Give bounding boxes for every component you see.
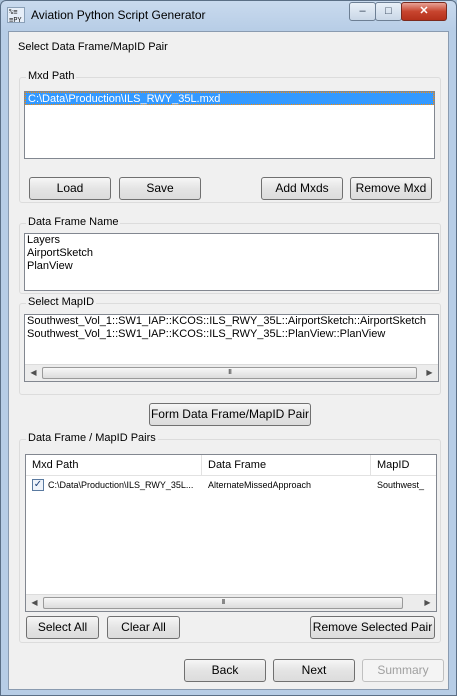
summary-button: Summary bbox=[362, 659, 444, 682]
data-frame-group: Data Frame Name Layers AirportSketch Pla… bbox=[19, 216, 441, 294]
data-frame-item[interactable]: AirportSketch bbox=[25, 247, 438, 260]
column-header-mxd-path[interactable]: Mxd Path bbox=[26, 455, 202, 475]
next-button[interactable]: Next bbox=[273, 659, 355, 682]
save-button[interactable]: Save bbox=[119, 177, 201, 200]
title-bar[interactable]: %≡ ≡PY Aviation Python Script Generator … bbox=[1, 1, 456, 31]
pairs-listview[interactable]: Mxd Path Data Frame MapID ✓ C:\Data\Prod… bbox=[25, 454, 437, 612]
remove-mxd-button[interactable]: Remove Mxd bbox=[350, 177, 432, 200]
mapid-item[interactable]: Southwest_Vol_1::SW1_IAP::KCOS::ILS_RWY_… bbox=[25, 328, 438, 341]
add-mxds-button[interactable]: Add Mxds bbox=[261, 177, 343, 200]
mxd-path-group: Mxd Path C:\Data\Production\ILS_RWY_35L.… bbox=[19, 70, 441, 203]
column-header-mapid[interactable]: MapID bbox=[371, 455, 436, 475]
scroll-thumb[interactable]: III bbox=[42, 367, 417, 379]
mapid-group: Select MapID Southwest_Vol_1::SW1_IAP::K… bbox=[19, 296, 441, 395]
load-button[interactable]: Load bbox=[29, 177, 111, 200]
row-checkbox[interactable]: ✓ bbox=[32, 479, 44, 491]
cell-mapid: Southwest_ bbox=[377, 480, 425, 490]
form-pair-button[interactable]: Form Data Frame/MapID Pair bbox=[149, 403, 311, 426]
mxd-path-label: Mxd Path bbox=[26, 70, 77, 82]
maximize-icon: □ bbox=[385, 5, 392, 17]
scroll-right-icon[interactable]: ▶ bbox=[419, 595, 436, 611]
app-icon-text: %≡ ≡PY bbox=[9, 8, 22, 24]
minimize-icon: – bbox=[359, 5, 366, 17]
mapid-item[interactable]: Southwest_Vol_1::SW1_IAP::KCOS::ILS_RWY_… bbox=[25, 315, 438, 328]
pairs-label: Data Frame / MapID Pairs bbox=[26, 432, 158, 444]
pairs-horizontal-scrollbar[interactable]: ◀ III ▶ bbox=[26, 594, 436, 611]
scroll-left-icon[interactable]: ◀ bbox=[25, 365, 42, 381]
table-row[interactable]: ✓ C:\Data\Production\ILS_RWY_35L... Alte… bbox=[26, 477, 436, 494]
data-frame-item[interactable]: PlanView bbox=[25, 260, 438, 273]
scroll-thumb[interactable]: III bbox=[43, 597, 403, 609]
mapid-listbox[interactable]: Southwest_Vol_1::SW1_IAP::KCOS::ILS_RWY_… bbox=[24, 314, 439, 382]
cell-mxd-path: C:\Data\Production\ILS_RWY_35L... bbox=[48, 480, 194, 490]
app-window: %≡ ≡PY Aviation Python Script Generator … bbox=[0, 0, 457, 696]
close-button[interactable]: ✕ bbox=[401, 2, 447, 21]
checkmark-icon: ✓ bbox=[33, 479, 43, 490]
mxd-path-item[interactable]: C:\Data\Production\ILS_RWY_35L.mxd bbox=[25, 92, 434, 105]
mapid-label: Select MapID bbox=[26, 296, 97, 308]
cell-data-frame: AlternateMissedApproach bbox=[208, 480, 312, 490]
data-frame-item[interactable]: Layers bbox=[25, 234, 438, 247]
data-frame-listbox[interactable]: Layers AirportSketch PlanView bbox=[24, 233, 439, 291]
app-python-icon: %≡ ≡PY bbox=[7, 7, 25, 24]
back-button[interactable]: Back bbox=[184, 659, 266, 682]
data-frame-label: Data Frame Name bbox=[26, 216, 121, 228]
maximize-button[interactable]: □ bbox=[375, 2, 402, 21]
column-header-data-frame[interactable]: Data Frame bbox=[202, 455, 371, 475]
pairs-header: Mxd Path Data Frame MapID bbox=[26, 455, 436, 476]
clear-all-button[interactable]: Clear All bbox=[107, 616, 180, 639]
wizard-panel: Select Data Frame/MapID Pair Mxd Path C:… bbox=[8, 31, 449, 690]
window-title: Aviation Python Script Generator bbox=[31, 8, 206, 22]
page-title: Select Data Frame/MapID Pair bbox=[18, 41, 168, 53]
scroll-left-icon[interactable]: ◀ bbox=[26, 595, 43, 611]
minimize-button[interactable]: – bbox=[349, 2, 376, 21]
close-icon: ✕ bbox=[419, 5, 429, 17]
pairs-group: Data Frame / MapID Pairs Mxd Path Data F… bbox=[19, 432, 441, 643]
mxd-path-listbox[interactable]: C:\Data\Production\ILS_RWY_35L.mxd bbox=[24, 91, 435, 159]
scroll-right-icon[interactable]: ▶ bbox=[421, 365, 438, 381]
remove-selected-pair-button[interactable]: Remove Selected Pair bbox=[310, 616, 435, 639]
mapid-horizontal-scrollbar[interactable]: ◀ III ▶ bbox=[25, 364, 438, 381]
select-all-button[interactable]: Select All bbox=[26, 616, 99, 639]
